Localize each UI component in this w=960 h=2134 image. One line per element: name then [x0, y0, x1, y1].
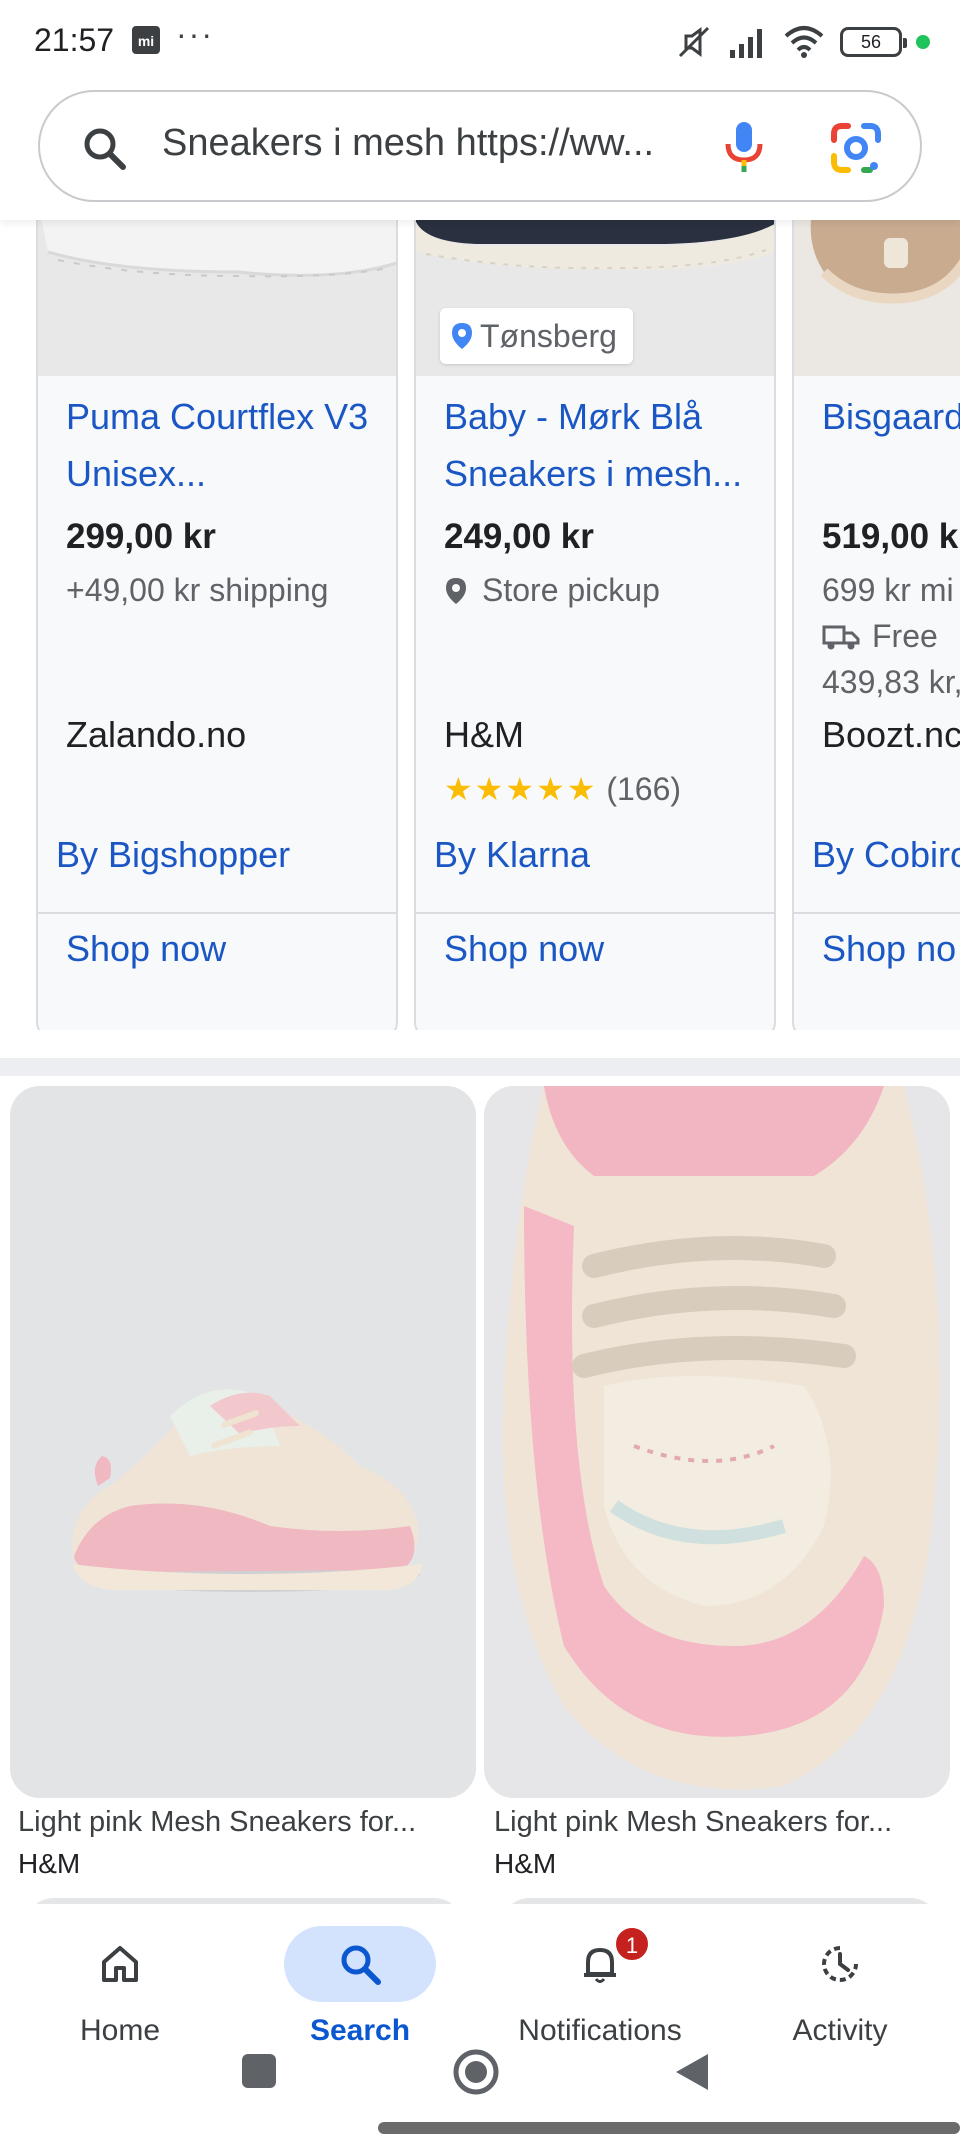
signal-icon — [730, 29, 762, 58]
rating: ★★★★★ (166) — [444, 770, 681, 808]
pin-icon — [446, 577, 466, 604]
battery-icon: 56 — [840, 27, 907, 57]
search-icon[interactable] — [80, 124, 128, 172]
merchant-name: Zalando.no — [66, 714, 247, 755]
store-pickup-label: Store pickup — [482, 572, 660, 608]
location-pin-icon — [452, 323, 472, 349]
search-header: Sneakers i mesh https://ww... — [0, 84, 960, 220]
section-divider — [0, 1058, 960, 1076]
product-image[interactable]: Tønsberg — [416, 220, 774, 376]
activity-icon — [822, 1946, 858, 1982]
status-time: 21:57 — [34, 22, 115, 58]
star-rating-icon: ★★★★★ — [444, 771, 598, 807]
price-note: 699 kr mi — [822, 572, 954, 608]
product-card[interactable]: Puma Courtflex V3 Unisex... 299,00 kr +4… — [36, 220, 398, 1030]
sneaker-side-image — [10, 1086, 476, 1798]
installment-info: 439,83 kr, — [822, 664, 960, 700]
truck-icon — [822, 625, 860, 649]
mute-icon — [678, 26, 710, 58]
nav-search-icon-wrap[interactable] — [284, 1926, 436, 2002]
mi-icon: mi — [132, 26, 160, 54]
sneaker-closeup-image — [484, 1086, 950, 1798]
notification-badge: 1 — [614, 1926, 650, 1962]
card-divider — [794, 912, 960, 914]
active-dot-icon — [916, 35, 930, 49]
wifi-icon — [784, 26, 824, 58]
mic-icon[interactable] — [720, 120, 768, 176]
shipping-info: +49,00 kr shipping — [66, 572, 329, 608]
product-title[interactable]: Baby - Mørk Blå Sneakers i mesh... — [444, 388, 764, 502]
store-pickup: Store pickup — [444, 572, 660, 609]
nav-home-icon-wrap[interactable] — [44, 1926, 196, 2002]
home-icon — [102, 1946, 138, 1982]
nav-notifications-icon-wrap[interactable] — [524, 1926, 676, 2002]
product-image[interactable] — [38, 220, 396, 376]
product-title[interactable]: Bisgaard cm, Beig — [822, 388, 960, 445]
location-label: Tønsberg — [480, 317, 617, 354]
status-bar: 21:57 mi ··· 56 — [0, 0, 960, 84]
product-price: 519,00 k — [822, 517, 959, 556]
bottom-nav: Home Search 1 Notifications Activity — [0, 1904, 960, 2134]
recents-button-icon[interactable] — [240, 2052, 278, 2090]
more-notifications-icon: ··· — [176, 16, 214, 52]
free-delivery-label: Free — [872, 618, 938, 654]
search-icon — [341, 1945, 381, 1985]
shop-now-button[interactable]: Shop no — [822, 928, 956, 970]
location-chip: Tønsberg — [440, 308, 633, 364]
product-card[interactable]: Bisgaard cm, Beig 519,00 k 699 kr mi Fre… — [792, 220, 960, 1030]
seller-link[interactable]: By Bigshopper — [56, 834, 290, 876]
nav-notifications[interactable]: 1 Notifications — [480, 1914, 720, 2054]
image-source: H&M — [494, 1848, 557, 1879]
search-bar[interactable]: Sneakers i mesh https://ww... — [38, 90, 922, 202]
search-input[interactable]: Sneakers i mesh https://ww... — [162, 122, 662, 165]
gesture-bar — [378, 2122, 960, 2134]
image-caption[interactable]: Light pink Mesh Sneakers for... — [494, 1806, 892, 1839]
product-price: 249,00 kr — [444, 517, 594, 556]
shop-now-button[interactable]: Shop now — [66, 928, 226, 970]
shopping-carousel[interactable]: Puma Courtflex V3 Unisex... 299,00 kr +4… — [0, 220, 960, 1030]
back-button-icon[interactable] — [672, 2050, 712, 2094]
nav-search[interactable]: Search — [240, 1914, 480, 2054]
product-card[interactable]: Tønsberg Baby - Mørk Blå Sneakers i mesh… — [414, 220, 776, 1030]
card-divider — [416, 912, 774, 914]
image-result[interactable] — [10, 1086, 476, 1798]
image-result[interactable] — [484, 1086, 950, 1798]
product-title[interactable]: Puma Courtflex V3 Unisex... — [66, 388, 386, 502]
status-icons: 56 — [674, 20, 930, 64]
image-caption[interactable]: Light pink Mesh Sneakers for... — [18, 1806, 416, 1839]
nav-activity-icon-wrap[interactable] — [764, 1926, 916, 2002]
card-divider — [38, 912, 396, 914]
lens-icon[interactable] — [830, 122, 882, 174]
image-source: H&M — [18, 1848, 81, 1879]
nav-home[interactable]: Home — [0, 1914, 240, 2054]
seller-link[interactable]: By Cobiro — [812, 834, 960, 876]
rating-count: (166) — [606, 771, 682, 807]
shop-now-button[interactable]: Shop now — [444, 928, 604, 970]
product-price: 299,00 kr — [66, 517, 216, 556]
home-button-icon[interactable] — [452, 2048, 500, 2096]
free-delivery: Free — [822, 618, 938, 655]
seller-link[interactable]: By Klarna — [434, 834, 590, 876]
merchant-name: H&M — [444, 714, 524, 755]
merchant-name: Boozt.nc — [822, 714, 960, 755]
system-nav-bar — [0, 2040, 960, 2134]
nav-activity[interactable]: Activity — [720, 1914, 960, 2054]
product-image[interactable] — [794, 220, 960, 376]
